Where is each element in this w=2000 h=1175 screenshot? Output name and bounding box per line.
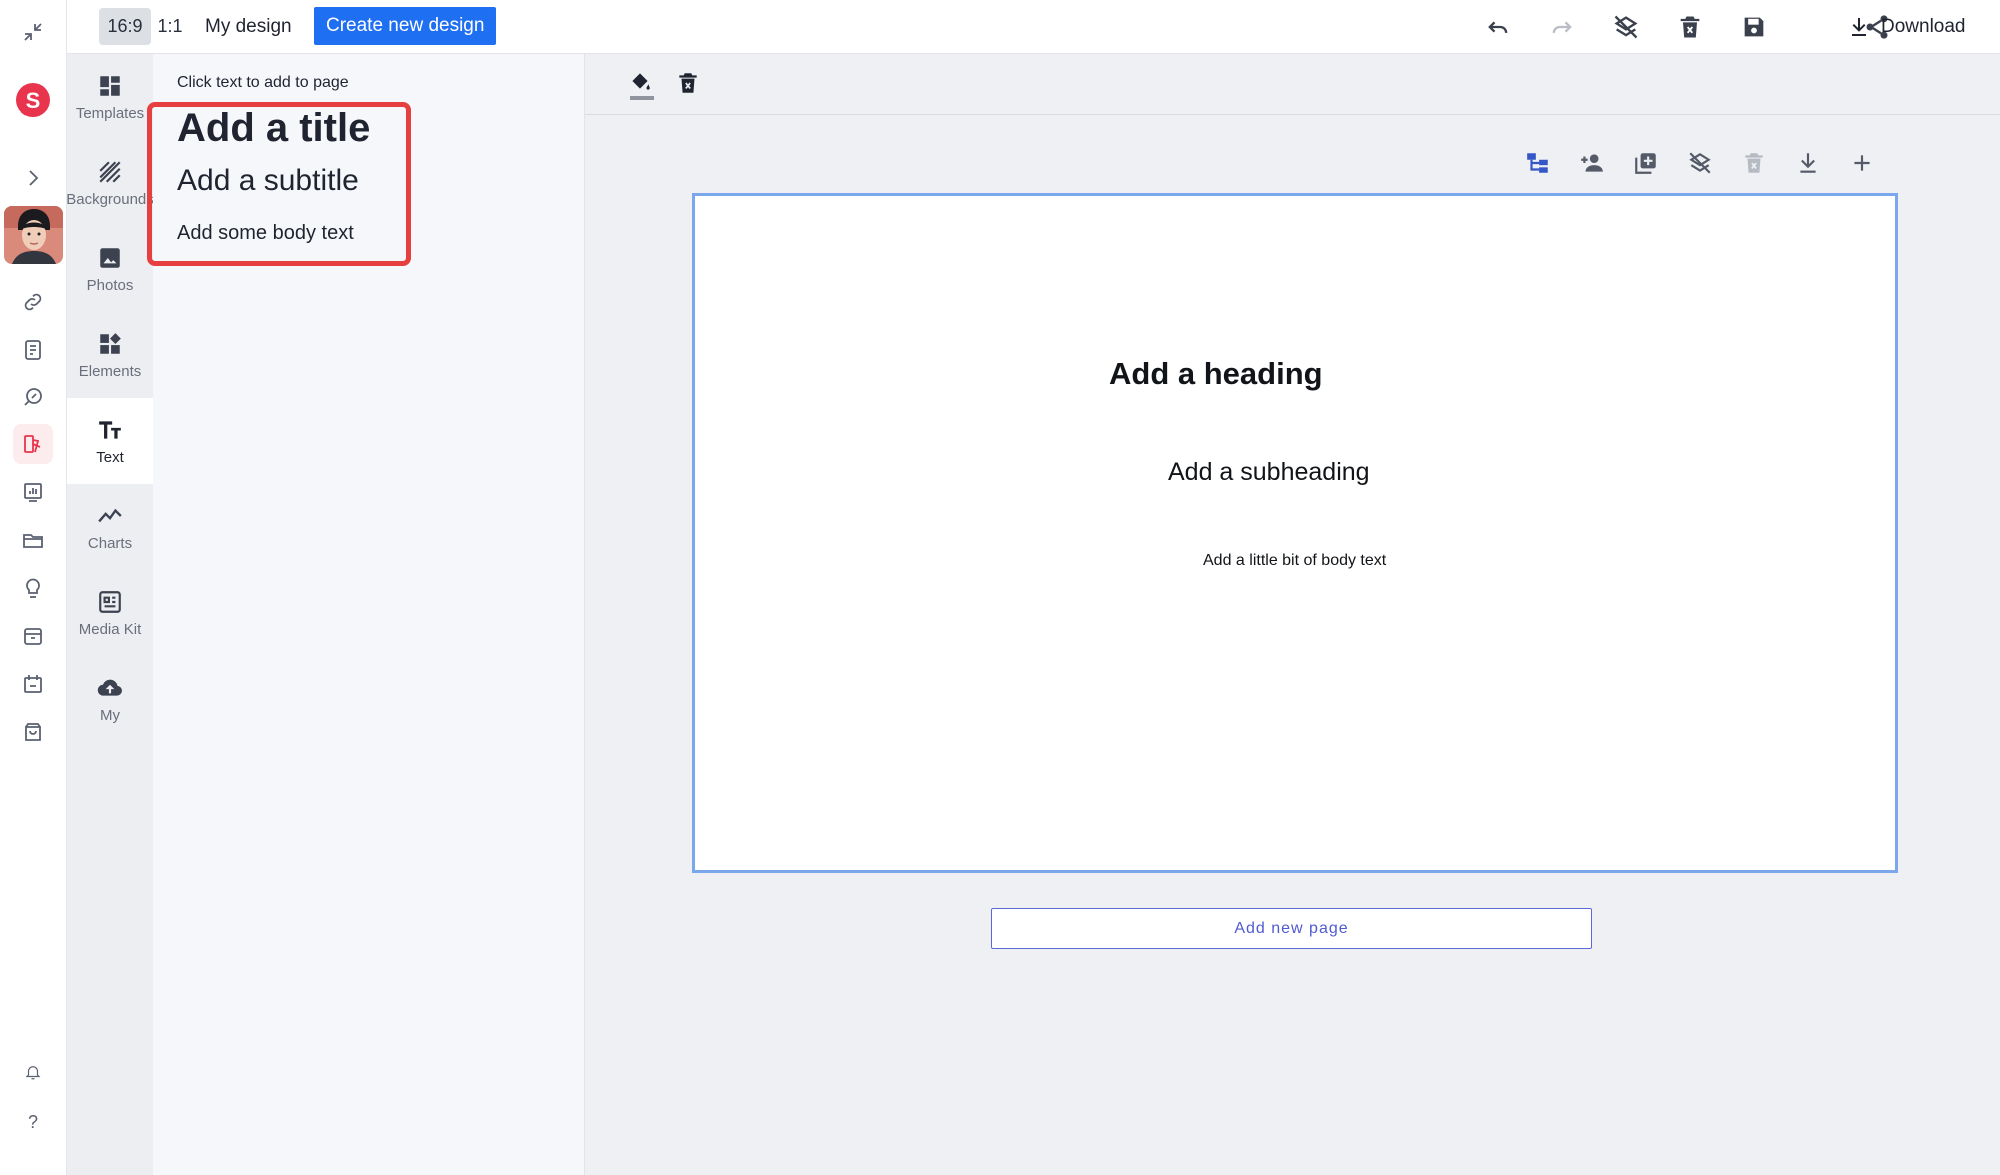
download-button[interactable]: Download bbox=[1847, 8, 1966, 45]
link-icon[interactable] bbox=[13, 282, 53, 322]
app-logo[interactable]: S bbox=[10, 78, 56, 124]
calendar-icon[interactable] bbox=[13, 664, 53, 704]
page-heading[interactable]: Add a heading bbox=[1109, 356, 1323, 392]
add-new-page-button[interactable]: Add new page bbox=[991, 908, 1592, 949]
design-page[interactable]: Add a heading Add a subheading Add a lit… bbox=[692, 193, 1898, 873]
add-icon[interactable] bbox=[1849, 150, 1879, 180]
tool-media-kit[interactable]: Media Kit bbox=[67, 570, 153, 656]
analytics-icon[interactable] bbox=[13, 472, 53, 512]
text-icon bbox=[97, 417, 123, 443]
tool-label: Backgrounds bbox=[66, 190, 154, 208]
avatar[interactable] bbox=[4, 206, 63, 264]
add-title-button[interactable]: Add a title bbox=[177, 106, 370, 151]
fill-color-icon[interactable] bbox=[627, 68, 657, 100]
tool-sidebar: Templates Backgrounds Photos Elements Te… bbox=[66, 54, 154, 1175]
download-label: Download bbox=[1881, 15, 1966, 37]
page-body-text[interactable]: Add a little bit of body text bbox=[1203, 552, 1386, 570]
text-panel: Click text to add to page Add a title Ad… bbox=[147, 54, 585, 1175]
media-kit-icon bbox=[97, 589, 123, 615]
tool-label: My bbox=[100, 706, 120, 724]
add-subtitle-button[interactable]: Add a subtitle bbox=[177, 164, 359, 198]
design-name[interactable]: My design bbox=[205, 8, 292, 45]
add-person-icon[interactable] bbox=[1579, 150, 1609, 180]
redo-icon[interactable] bbox=[1548, 13, 1576, 41]
canvas-toolbar bbox=[585, 54, 2000, 115]
bell-icon[interactable] bbox=[13, 1052, 53, 1092]
duplicate-page-icon[interactable] bbox=[1633, 150, 1663, 180]
delete-element-icon[interactable] bbox=[675, 70, 701, 96]
tool-elements[interactable]: Elements bbox=[67, 312, 153, 398]
tool-photos[interactable]: Photos bbox=[67, 226, 153, 312]
delete-icon[interactable] bbox=[1676, 13, 1704, 41]
hierarchy-icon[interactable] bbox=[1525, 150, 1555, 180]
tool-templates[interactable]: Templates bbox=[67, 54, 153, 140]
undo-icon[interactable] bbox=[1484, 13, 1512, 41]
explore-icon[interactable] bbox=[13, 377, 53, 417]
tool-label: Charts bbox=[87, 534, 133, 552]
lightbulb-icon[interactable] bbox=[13, 568, 53, 608]
add-body-text-button[interactable]: Add some body text bbox=[177, 222, 354, 245]
cloud-upload-icon bbox=[97, 675, 123, 701]
design-icon[interactable] bbox=[13, 424, 53, 464]
panel-hint: Click text to add to page bbox=[177, 74, 349, 91]
clear-layers-icon[interactable] bbox=[1612, 13, 1640, 41]
notes-icon[interactable] bbox=[13, 330, 53, 370]
folder-icon[interactable] bbox=[13, 520, 53, 560]
charts-icon bbox=[97, 503, 123, 529]
tool-text[interactable]: Text bbox=[67, 398, 153, 484]
tool-charts[interactable]: Charts bbox=[67, 484, 153, 570]
create-new-design-button[interactable]: Create new design bbox=[314, 7, 497, 45]
tool-label: Media Kit bbox=[78, 620, 142, 638]
tool-label: Templates bbox=[75, 104, 145, 122]
download-page-icon[interactable] bbox=[1795, 150, 1825, 180]
bag-icon[interactable] bbox=[13, 712, 53, 752]
save-icon[interactable] bbox=[1740, 13, 1768, 41]
ratio-16-9-button[interactable]: 16:9 bbox=[99, 8, 151, 45]
help-icon[interactable]: ? bbox=[13, 1102, 53, 1142]
download-icon bbox=[1847, 15, 1871, 39]
tool-my[interactable]: My bbox=[67, 656, 153, 742]
delete-page-icon[interactable] bbox=[1741, 150, 1771, 180]
collapse-icon[interactable] bbox=[13, 12, 53, 52]
page-subheading[interactable]: Add a subheading bbox=[1168, 458, 1370, 487]
elements-icon bbox=[97, 331, 123, 357]
app-rail: S ? bbox=[0, 0, 67, 1175]
tool-label: Text bbox=[96, 448, 124, 466]
svg-text:S: S bbox=[26, 88, 41, 113]
ratio-1-1-button[interactable]: 1:1 bbox=[157, 8, 183, 45]
templates-icon bbox=[97, 73, 123, 99]
tool-label: Elements bbox=[78, 362, 142, 380]
archive-icon[interactable] bbox=[13, 616, 53, 656]
tool-backgrounds[interactable]: Backgrounds bbox=[66, 140, 154, 226]
clear-layers-icon[interactable] bbox=[1687, 150, 1717, 180]
backgrounds-icon bbox=[97, 159, 123, 185]
top-bar: 16:9 1:1 My design Create new design Dow… bbox=[67, 0, 2000, 54]
expand-icon[interactable] bbox=[13, 158, 53, 198]
tool-label: Photos bbox=[86, 276, 134, 294]
photos-icon bbox=[97, 245, 123, 271]
